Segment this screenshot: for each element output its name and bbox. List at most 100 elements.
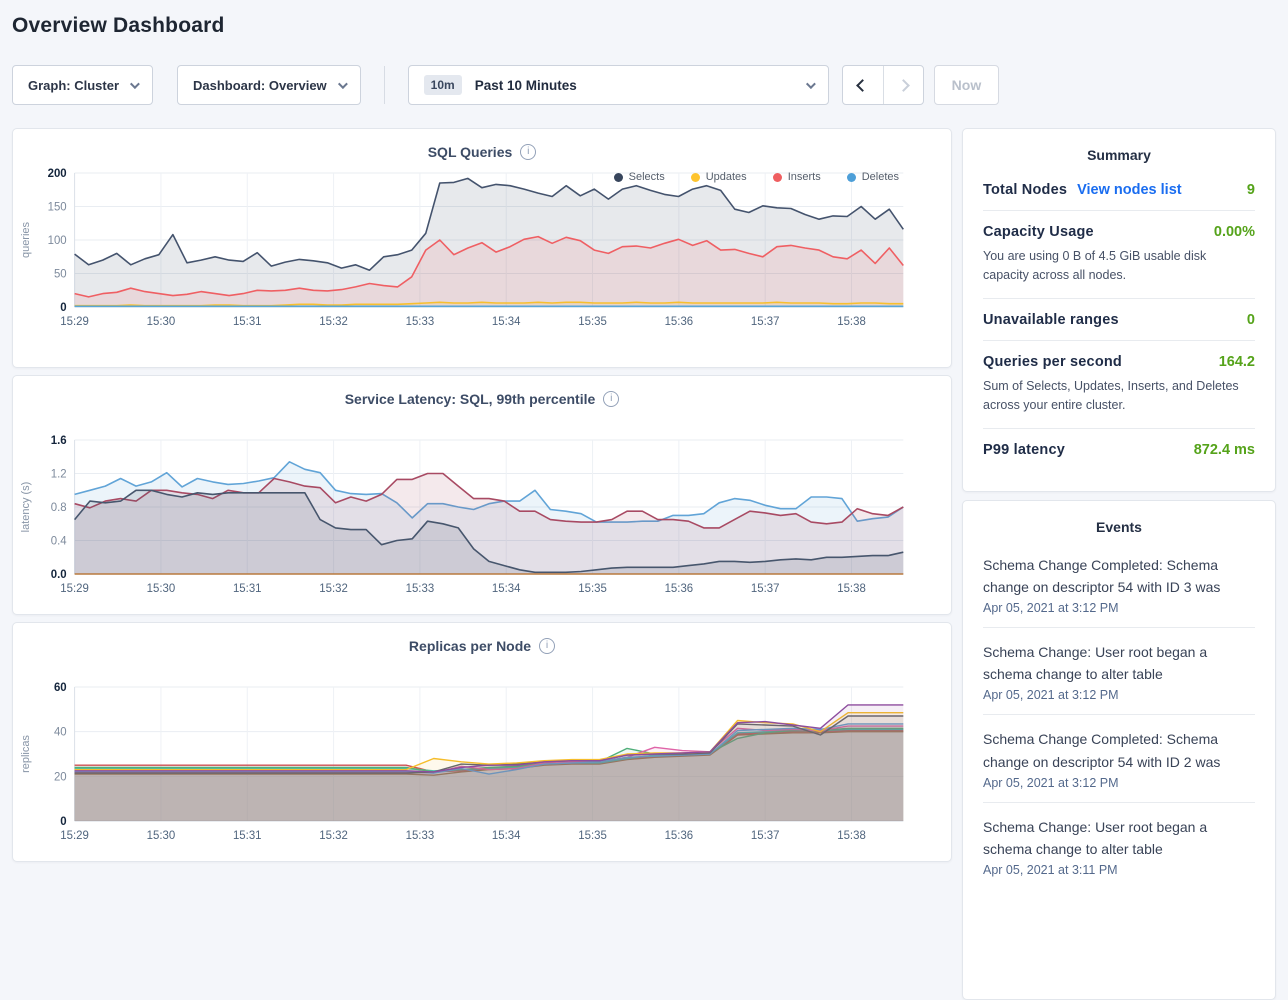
toolbar: Graph: Cluster Dashboard: Overview 10m P…: [12, 65, 1276, 105]
legend-dot: [773, 173, 782, 182]
svg-text:15:38: 15:38: [837, 316, 866, 328]
summary-panel: Summary Total NodesView nodes list9Capac…: [962, 128, 1276, 492]
summary-value: 164.2: [1219, 354, 1255, 370]
svg-text:0.8: 0.8: [51, 502, 67, 514]
svg-text:15:35: 15:35: [578, 583, 607, 595]
service-latency-chart: 15:2915:3015:3115:3215:3315:3415:3515:36…: [13, 434, 951, 602]
svg-text:15:34: 15:34: [492, 583, 521, 595]
svg-text:15:29: 15:29: [60, 583, 89, 595]
legend-label: Selects: [629, 171, 665, 183]
event-item: Schema Change: User root began a schema …: [983, 802, 1255, 889]
chart-panel-service-latency: Service Latency: SQL, 99th percentile i 1…: [12, 375, 952, 615]
event-message: Schema Change Completed: Schema change o…: [983, 728, 1255, 772]
summary-label: P99 latency: [983, 442, 1065, 458]
info-icon[interactable]: i: [603, 391, 619, 407]
dashboard-selector-label: Dashboard: Overview: [193, 78, 327, 93]
legend-item-inserts[interactable]: Inserts: [773, 171, 821, 183]
time-pager: [842, 65, 924, 105]
chart-panel-sql-queries: SQL Queriesi SelectsUpdatesInsertsDelete…: [12, 128, 952, 368]
view-nodes-list-link[interactable]: View nodes list: [1077, 182, 1182, 198]
dashboard-selector-dropdown[interactable]: Dashboard: Overview: [177, 65, 361, 105]
svg-text:15:31: 15:31: [233, 316, 262, 328]
sidebar-column: Summary Total NodesView nodes list9Capac…: [962, 128, 1276, 1000]
svg-text:15:34: 15:34: [492, 830, 521, 842]
summary-label: Unavailable ranges: [983, 312, 1119, 328]
chart-title: Service Latency: SQL, 99th percentile: [345, 391, 596, 407]
svg-text:0.0: 0.0: [51, 569, 67, 581]
legend-item-updates[interactable]: Updates: [691, 171, 747, 183]
svg-text:20: 20: [54, 771, 67, 783]
summary-row: Total NodesView nodes list9: [983, 169, 1255, 210]
svg-text:15:38: 15:38: [837, 583, 866, 595]
svg-text:100: 100: [48, 235, 67, 247]
svg-text:15:33: 15:33: [406, 830, 435, 842]
chart-title: Replicas per Node: [409, 638, 531, 654]
svg-text:15:35: 15:35: [578, 830, 607, 842]
legend-label: Updates: [706, 171, 747, 183]
svg-text:replicas: replicas: [20, 735, 32, 773]
graph-selector-dropdown[interactable]: Graph: Cluster: [12, 65, 153, 105]
svg-text:15:32: 15:32: [319, 316, 348, 328]
replicas-per-node-chart: 15:2915:3015:3115:3215:3315:3415:3515:36…: [13, 681, 951, 849]
info-icon[interactable]: i: [520, 144, 536, 160]
chart-legend: Selects Updates Inserts Deletes: [614, 169, 899, 185]
svg-text:15:29: 15:29: [60, 316, 89, 328]
now-button[interactable]: Now: [934, 65, 1000, 105]
summary-row: Capacity Usage0.00%You are using 0 B of …: [983, 210, 1255, 298]
summary-value: 9: [1247, 182, 1255, 198]
svg-text:15:32: 15:32: [319, 583, 348, 595]
prev-time-button[interactable]: [843, 66, 883, 104]
svg-text:15:32: 15:32: [319, 830, 348, 842]
events-panel: Events Schema Change Completed: Schema c…: [962, 500, 1276, 1000]
svg-text:150: 150: [48, 201, 67, 213]
legend-item-deletes[interactable]: Deletes: [847, 171, 899, 183]
svg-text:15:30: 15:30: [147, 830, 176, 842]
svg-text:40: 40: [54, 727, 67, 739]
svg-text:15:29: 15:29: [60, 830, 89, 842]
event-timestamp: Apr 05, 2021 at 3:12 PM: [983, 776, 1255, 790]
svg-text:15:38: 15:38: [837, 830, 866, 842]
charts-column: SQL Queriesi SelectsUpdatesInsertsDelete…: [12, 128, 952, 1000]
next-time-button[interactable]: [883, 66, 923, 104]
info-icon[interactable]: i: [539, 638, 555, 654]
svg-text:200: 200: [48, 168, 67, 180]
event-message: Schema Change: User root began a schema …: [983, 641, 1255, 685]
time-window-dropdown[interactable]: 10m Past 10 Minutes: [408, 65, 829, 105]
svg-text:15:31: 15:31: [233, 583, 262, 595]
graph-selector-label: Graph: Cluster: [28, 78, 119, 93]
toolbar-divider: [384, 66, 385, 104]
summary-label: Capacity Usage: [983, 224, 1094, 240]
event-item: Schema Change Completed: Schema change o…: [983, 541, 1255, 627]
legend-dot: [614, 173, 623, 182]
summary-label: Queries per second: [983, 354, 1122, 370]
legend-label: Deletes: [862, 171, 899, 183]
legend-item-selects[interactable]: Selects: [614, 171, 665, 183]
svg-text:50: 50: [54, 268, 67, 280]
summary-row: Queries per second 164.2 Sum of Selects, U…: [983, 340, 1255, 428]
event-timestamp: Apr 05, 2021 at 3:12 PM: [983, 688, 1255, 702]
svg-text:15:37: 15:37: [751, 583, 780, 595]
svg-text:15:34: 15:34: [492, 316, 521, 328]
summary-value: 0.00%: [1214, 224, 1255, 240]
summary-row: P99 latency872.4 ms: [983, 428, 1255, 470]
svg-text:0.4: 0.4: [51, 535, 67, 547]
svg-text:15:37: 15:37: [751, 830, 780, 842]
svg-text:1.6: 1.6: [51, 435, 67, 447]
svg-text:60: 60: [54, 682, 67, 694]
svg-text:15:33: 15:33: [406, 316, 435, 328]
chevron-down-icon: [806, 79, 816, 89]
summary-title: Summary: [983, 147, 1255, 163]
time-window-badge: 10m: [424, 75, 462, 95]
svg-text:15:36: 15:36: [665, 583, 694, 595]
svg-text:15:30: 15:30: [147, 316, 176, 328]
svg-text:15:36: 15:36: [665, 316, 694, 328]
chevron-left-icon: [856, 79, 869, 92]
svg-text:queries: queries: [20, 221, 32, 258]
svg-text:15:30: 15:30: [147, 583, 176, 595]
sql-queries-chart: 15:2915:3015:3115:3215:3315:3415:3515:36…: [13, 167, 951, 335]
summary-caption: Sum of Selects, Updates, Inserts, and De…: [983, 377, 1255, 416]
legend-dot: [847, 173, 856, 182]
main-content: SQL Queriesi SelectsUpdatesInsertsDelete…: [12, 128, 1276, 1000]
events-title: Events: [983, 519, 1255, 535]
svg-text:15:37: 15:37: [751, 316, 780, 328]
